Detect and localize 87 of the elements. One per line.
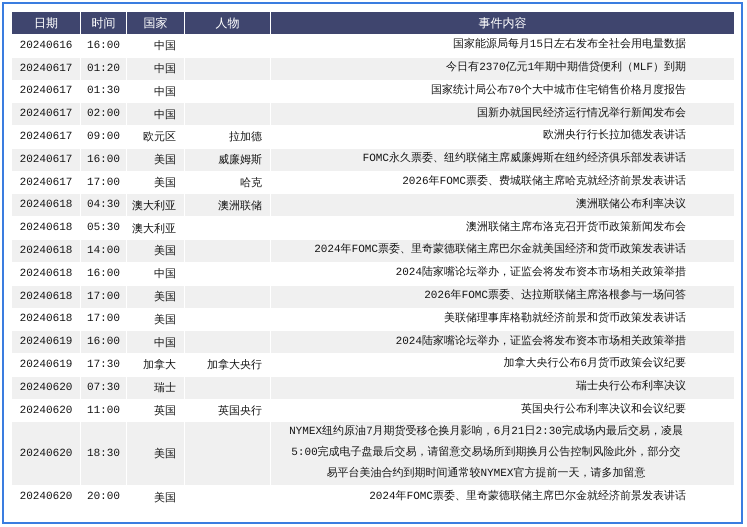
column-header: 事件内容 (271, 12, 734, 34)
table-cell-text: 国家统计局公布70个大中城市住宅销售价格月度报告 (430, 82, 687, 99)
table-cell-text: 20240617 (18, 176, 74, 191)
table-cell-text: 中国 (153, 39, 177, 56)
table-cell: 20240620 (12, 376, 80, 399)
table-cell: FOMC永久票委、纽约联储主席威廉姆斯在纽约经济俱乐部发表讲话 (271, 148, 734, 171)
table-cell-text: 2024陆家嘴论坛举办，证监会将发布资本市场相关政策举措 (394, 264, 687, 282)
table-cell-text: 17:00 (86, 312, 121, 328)
table-cell: 美国 (127, 422, 184, 486)
column-header: 日期 (12, 12, 80, 34)
table-cell: 04:30 (81, 194, 126, 216)
table-cell-text: 20240618 (18, 221, 74, 236)
table-cell-text: 20240618 (18, 266, 74, 282)
table-cell-text: 英国央行 (217, 404, 263, 420)
table-cell-text: 美联储理事库格勒就经济前景和货币政策发表讲话 (443, 310, 687, 327)
table-cell: 17:00 (81, 286, 126, 308)
table-cell-text: 美国 (153, 176, 177, 192)
table-cell-text: 09:00 (86, 130, 121, 145)
table-cell: 澳大利亚 (127, 194, 184, 216)
table-cell: 2024年FOMC票委、里奇蒙德联储主席巴尔金就美国经济和货币政策发表讲话 (271, 240, 734, 262)
table-cell-text: 中国 (153, 267, 177, 284)
table-cell-text: 11:00 (86, 404, 121, 419)
table-cell-text: 20240619 (18, 358, 74, 373)
table-cell-text: 美国 (153, 490, 177, 507)
table-cell: 20240617 (12, 103, 80, 126)
table-cell: 瑞士央行公布利率决议 (271, 376, 734, 399)
table-cell-text: 欧洲央行行长拉加德发表讲话 (542, 128, 687, 144)
table-cell: 澳洲联储 (185, 194, 270, 216)
table-cell-text: 英国央行公布利率决议和会议纪要 (520, 402, 687, 418)
table-cell-text: 英国 (153, 404, 177, 420)
table-cell-text: 01:30 (86, 84, 121, 100)
table-cell: 20240618 (12, 194, 80, 216)
table-cell: 2024陆家嘴论坛举办，证监会将发布资本市场相关政策举措 (271, 331, 734, 354)
table-cell: 2026年FOMC票委、达拉斯联储主席洛根参与一场问答 (271, 286, 734, 308)
table-cell-text: 20240617 (18, 84, 74, 100)
table-cell-text: 20240620 (18, 490, 74, 506)
table-cell: NYMEX纽约原油7月期货受移仓换月影响，6月21日2:30完成场内最后交易，凌晨5:00完成电子盘最后交易，请留意交易场所到期换月公告控制风险此外，部分交易平台美油合约到期时间通常较NYMEX官方提前一天，请多加留意 (271, 422, 734, 486)
table-cell: 中国 (127, 103, 184, 126)
table-cell: 澳洲联储公布利率决议 (271, 194, 734, 216)
table-cell-text: 20240616 (18, 38, 74, 54)
table-cell-text: 16:00 (86, 266, 121, 282)
table-cell: 20240617 (12, 58, 80, 80)
table-cell: 国新办就国民经济运行情况举行新闻发布会 (271, 103, 734, 126)
table-cell-text: 2024年FOMC票委、里奇蒙德联储主席巴尔金就经济前景发表讲话 (368, 488, 687, 505)
table-cell: 20240617 (12, 148, 80, 171)
table-cell: 美国 (127, 286, 184, 308)
table-cell-text: 美国 (153, 312, 177, 329)
table-cell-text: 拉加德 (228, 130, 263, 146)
table-cell: 瑞士 (127, 376, 184, 399)
table-cell: 美国 (127, 148, 184, 171)
table-cell: 中国 (127, 58, 184, 80)
table-cell-text: 哈克 (239, 176, 263, 192)
table-cell-text: 欧元区 (142, 130, 177, 146)
table-cell: 16:00 (81, 148, 126, 171)
table-cell: 美国 (127, 240, 184, 262)
table-cell: 中国 (127, 331, 184, 354)
table-cell-text: 加拿大央行公布6月货币政策会议纪要 (502, 356, 687, 372)
table-cell-text: 国家能源局每月15日左右发布全社会用电量数据 (452, 36, 687, 54)
table-cell-text: 中国 (153, 85, 177, 101)
table-cell: 18:30 (81, 422, 126, 486)
table-cell: 20240618 (12, 240, 80, 262)
table-cell-text: 20240617 (18, 130, 74, 145)
table-cell: 14:00 (81, 240, 126, 262)
table-cell-text: 加拿大央行 (206, 358, 263, 374)
table-cell: 02:00 (81, 103, 126, 126)
column-header: 国家 (127, 12, 184, 34)
table-cell-text: 2026年FOMC票委、费城联储主席哈克就经济前景发表讲话 (401, 174, 687, 190)
column-header: 人物 (185, 12, 270, 34)
table-cell-text: 澳洲联储主席布洛克召开货币政策新闻发布会 (465, 220, 687, 236)
table-cell: 16:00 (81, 331, 126, 354)
table-cell: 20240620 (12, 422, 80, 486)
table-cell-text: 16:00 (86, 38, 121, 54)
table-cell: 20240618 (12, 286, 80, 308)
table-cell-text: 20240620 (18, 404, 74, 419)
table-cell-text: 澳大利亚 (131, 222, 177, 238)
table-cell: 今日有2370亿元1年期中期借贷便利（MLF）到期 (271, 58, 734, 80)
table-cell: 20240619 (12, 331, 80, 354)
table-cell-text: 20240618 (18, 312, 74, 328)
table-cell: 07:30 (81, 376, 126, 399)
table-cell-text: 17:30 (86, 358, 121, 373)
table-cell-text: 20:00 (86, 490, 121, 506)
table-cell-text: 17:00 (86, 176, 121, 191)
table-cell: 01:20 (81, 58, 126, 80)
table-cell: 威廉姆斯 (185, 148, 270, 171)
table-cell-text: 05:30 (86, 221, 121, 236)
column-header: 时间 (81, 12, 126, 34)
table-cell-text: 加拿大 (142, 358, 177, 374)
